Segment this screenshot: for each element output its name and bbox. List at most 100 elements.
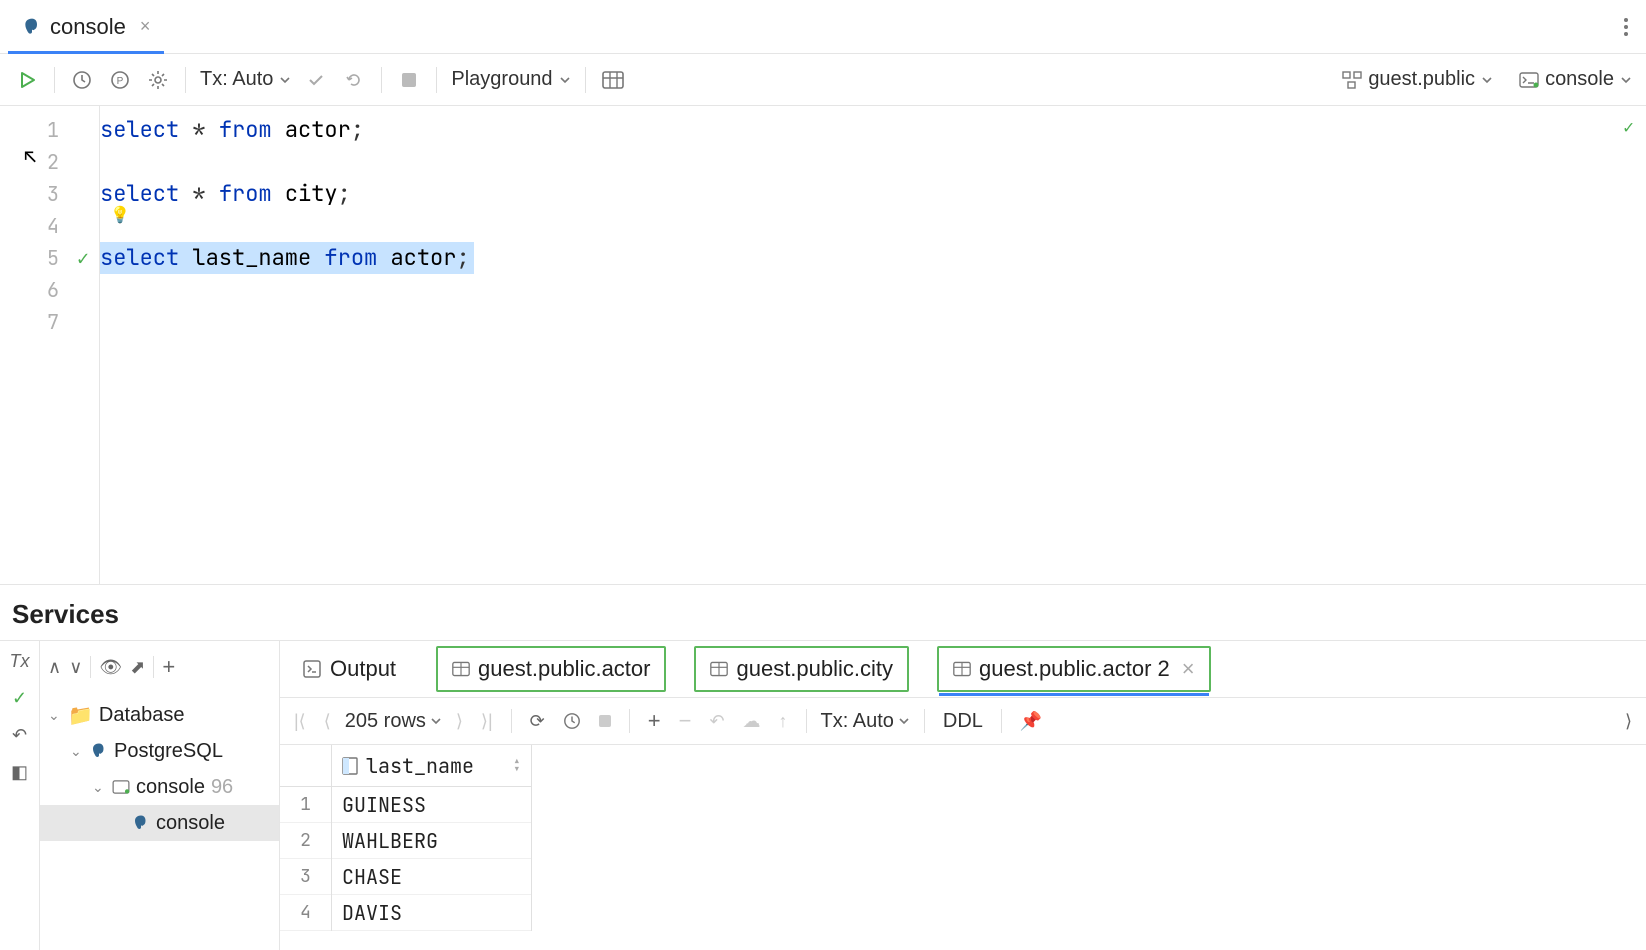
history-icon[interactable] <box>65 63 99 97</box>
postgres-icon <box>22 17 42 37</box>
postgres-icon <box>90 742 108 760</box>
file-tab-console[interactable]: console × <box>8 0 164 53</box>
services-left-toolbar: Tx ✓ ↶ ◧ <box>0 641 40 950</box>
last-page-icon[interactable]: ⟩| <box>477 709 497 734</box>
gutter-line: 2 <box>0 146 99 178</box>
gutter-line: 7 <box>0 306 99 338</box>
column-header[interactable]: last_name ▴▾ <box>332 745 531 787</box>
file-tab-title: console <box>50 14 126 40</box>
run-button[interactable] <box>10 63 44 97</box>
expand-down-icon[interactable]: ∨ <box>69 657 82 678</box>
add-row-icon[interactable]: + <box>644 706 665 736</box>
tx-grid-dropdown[interactable]: Tx: Auto <box>821 710 910 733</box>
undo-icon[interactable]: ↶ <box>12 725 27 746</box>
chevron-down-icon <box>1620 74 1632 86</box>
inspection-ok-icon: ✓ <box>1623 116 1634 139</box>
next-page-icon[interactable]: ⟩ <box>452 709 467 734</box>
grid-cell[interactable]: CHASE <box>332 859 531 895</box>
open-icon[interactable]: ⬈ <box>130 657 145 678</box>
code-area[interactable]: 💡 ✓ select * from actor; select * from ci… <box>100 106 1646 584</box>
code-line[interactable]: select last_name from actor; <box>100 242 474 274</box>
table-icon <box>452 661 470 677</box>
remove-row-icon[interactable]: − <box>675 706 696 736</box>
settings-icon[interactable] <box>141 63 175 97</box>
gutter-line: 1 <box>0 114 99 146</box>
code-line[interactable] <box>100 210 1646 242</box>
code-line[interactable]: select * from city; <box>100 178 1646 210</box>
result-tab[interactable]: guest.public.actor <box>436 646 666 692</box>
editor-toolbar: P Tx: Auto Playground guest.publi <box>0 54 1646 106</box>
grid-row-number: 2 <box>280 823 331 859</box>
layout-icon[interactable]: ◧ <box>11 762 28 783</box>
explain-plan-icon[interactable]: P <box>103 63 137 97</box>
output-icon <box>302 659 322 679</box>
ddl-button[interactable]: DDL <box>939 708 987 735</box>
folder-icon: 📁 <box>68 703 93 728</box>
grid-cell[interactable]: GUINESS <box>332 787 531 823</box>
grid-row-number: 3 <box>280 859 331 895</box>
chevron-down-icon <box>898 715 910 727</box>
rollback-icon[interactable] <box>337 63 371 97</box>
sort-icon[interactable]: ▴▾ <box>513 758 521 774</box>
column-icon <box>342 757 358 775</box>
tx-tool-label[interactable]: Tx <box>10 651 30 672</box>
playground-dropdown[interactable]: Playground <box>447 68 574 91</box>
code-line[interactable] <box>100 306 1646 338</box>
close-icon[interactable]: × <box>140 16 151 37</box>
table-view-icon[interactable] <box>596 63 630 97</box>
prev-page-icon[interactable]: ⟨ <box>320 709 335 734</box>
commit-icon[interactable] <box>299 63 333 97</box>
stop-button[interactable] <box>392 63 426 97</box>
grid-column-last_name: last_name ▴▾ GUINESSWAHLBERGCHASEDAVIS <box>332 745 532 931</box>
tree-node-postgresql[interactable]: ⌄ PostgreSQL <box>40 733 279 769</box>
chevron-down-icon <box>559 74 571 86</box>
close-icon[interactable]: × <box>1182 656 1195 682</box>
console-icon <box>112 780 130 794</box>
stop-icon[interactable] <box>595 709 615 734</box>
sql-editor[interactable]: ↖ 1234567 💡 ✓ select * from actor;select… <box>0 106 1646 584</box>
preview-icon[interactable]: ☁ <box>739 709 765 734</box>
code-line[interactable]: select * from actor; <box>100 114 1646 146</box>
revert-icon[interactable]: ↶ <box>705 709 728 734</box>
grid-row-number: 1 <box>280 787 331 823</box>
schema-icon <box>1342 71 1362 89</box>
datasource-selector[interactable]: guest.public <box>1338 68 1497 91</box>
grid-cell[interactable]: WAHLBERG <box>332 823 531 859</box>
chevron-down-icon <box>279 74 291 86</box>
reload-icon[interactable]: ⟳ <box>526 709 549 734</box>
code-line[interactable] <box>100 146 1646 178</box>
tx-mode-dropdown[interactable]: Tx: Auto <box>196 68 295 91</box>
row-count-dropdown[interactable]: 205 rows <box>345 710 442 733</box>
grid-cell[interactable]: DAVIS <box>332 895 531 931</box>
pin-icon[interactable]: 📌 <box>1016 709 1046 734</box>
eye-icon[interactable]: 👁 <box>99 657 122 678</box>
add-icon[interactable]: + <box>162 654 175 680</box>
clock-icon[interactable] <box>559 710 585 732</box>
console-icon <box>1519 72 1539 88</box>
result-tab[interactable]: guest.public.city <box>694 646 909 692</box>
gutter-line: 6 <box>0 274 99 306</box>
services-tree-toolbar: ∧ ∨ 👁 ⬈ + <box>40 641 279 693</box>
result-tabs: Output guest.public.actor guest.public.ci… <box>280 641 1646 697</box>
services-tree[interactable]: ⌄ 📁 Database ⌄ PostgreSQL ⌄ console 96 <box>40 693 279 845</box>
more-menu-icon[interactable] <box>1614 12 1638 42</box>
output-tab[interactable]: Output <box>290 650 408 688</box>
more-right-icon[interactable]: ⟩ <box>1621 709 1636 734</box>
submit-icon[interactable]: ↑ <box>775 709 792 734</box>
tree-node-database[interactable]: ⌄ 📁 Database <box>40 697 279 733</box>
check-icon[interactable]: ✓ <box>12 688 27 709</box>
services-main: Output guest.public.actor guest.public.ci… <box>280 641 1646 950</box>
collapse-up-icon[interactable]: ∧ <box>48 657 61 678</box>
tree-node-console-leaf[interactable]: console <box>40 805 279 841</box>
gutter-line: 3 <box>0 178 99 210</box>
code-line[interactable] <box>100 274 1646 306</box>
first-page-icon[interactable]: |⟨ <box>290 709 310 734</box>
services-title: Services <box>0 585 1646 640</box>
tree-node-session[interactable]: ⌄ console 96 <box>40 769 279 805</box>
data-grid[interactable]: 1234 last_name ▴▾ GUINESSWAHLBERGCHASEDA… <box>280 745 1646 931</box>
intention-bulb-icon[interactable]: 💡 <box>110 204 130 225</box>
gutter-line: 4 <box>0 210 99 242</box>
grid-row-gutter: 1234 <box>280 745 332 931</box>
session-selector[interactable]: console <box>1515 68 1636 91</box>
result-tab[interactable]: guest.public.actor 2× <box>937 646 1211 692</box>
